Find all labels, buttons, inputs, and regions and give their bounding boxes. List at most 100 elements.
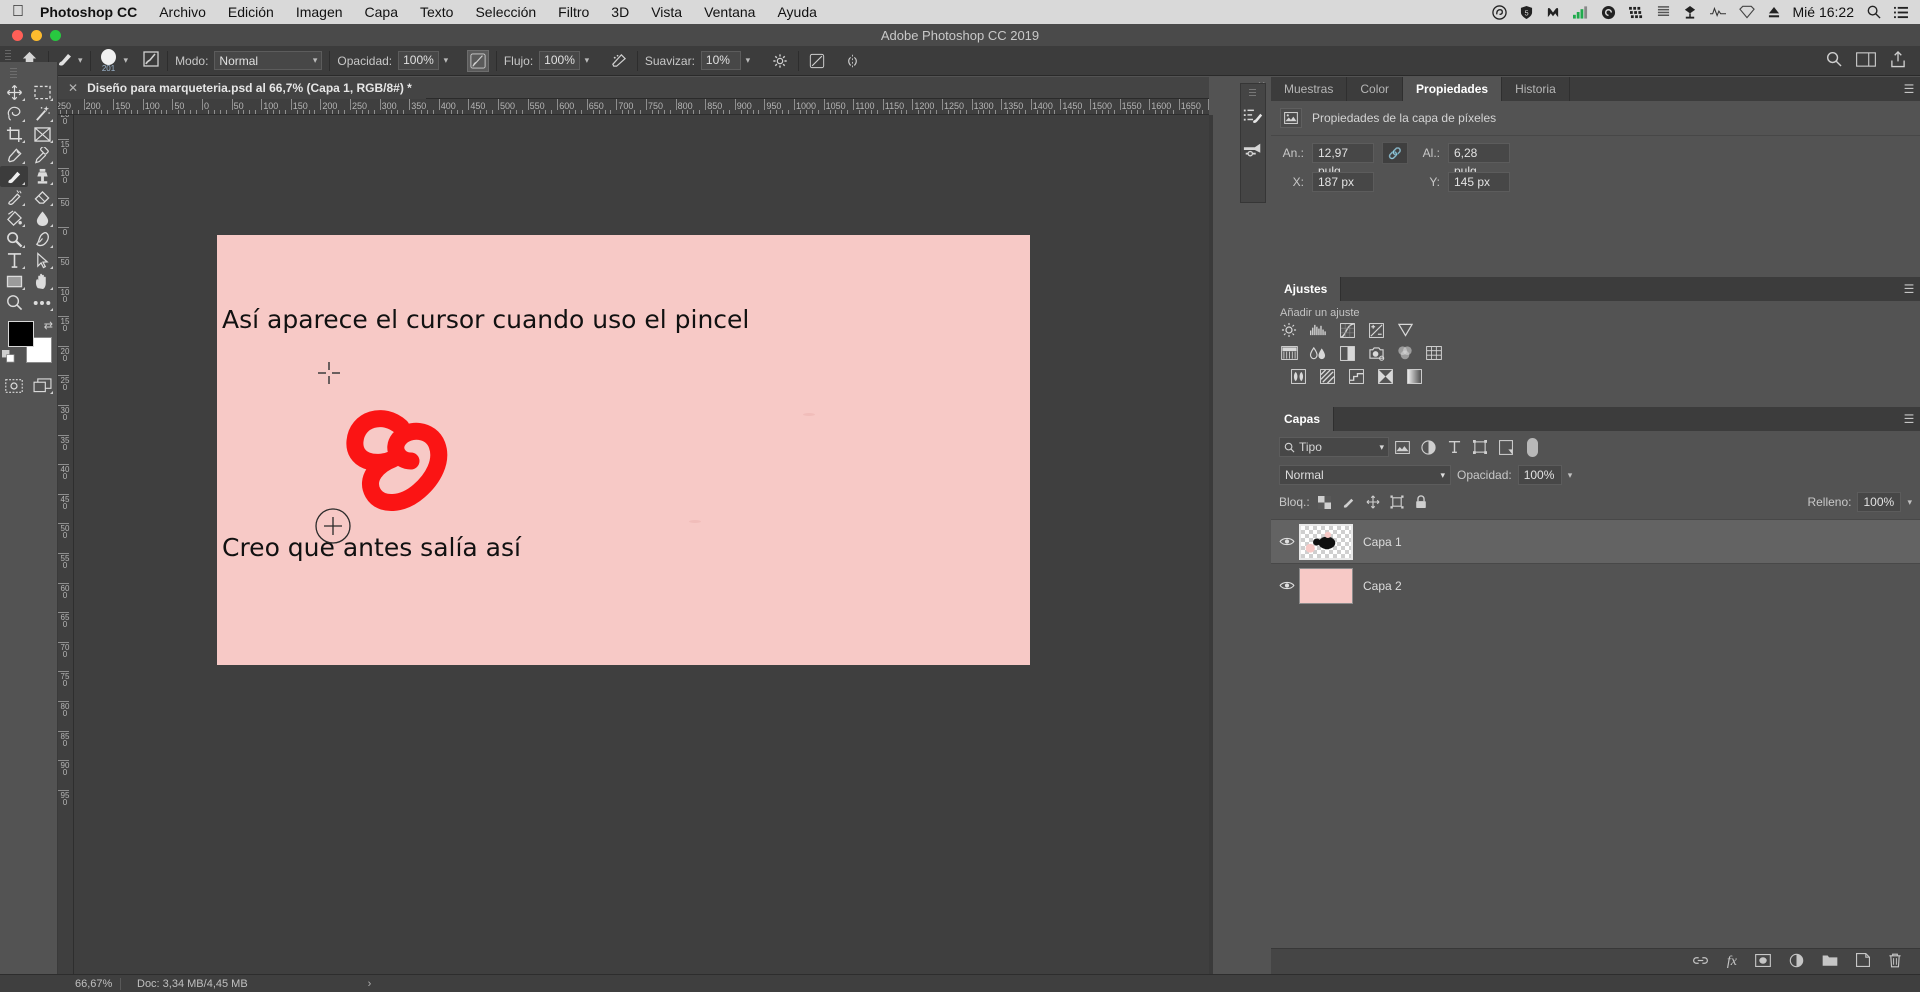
rectangle-tool[interactable] xyxy=(0,271,28,292)
new-group-icon[interactable] xyxy=(1822,954,1838,970)
canvas-area[interactable]: Así aparece el cursor cuando uso el pinc… xyxy=(74,115,1209,974)
move-tool[interactable] xyxy=(0,82,28,103)
chevron-down-icon[interactable]: ▾ xyxy=(741,51,755,70)
brush-presets-icon[interactable] xyxy=(1241,133,1265,167)
y-input[interactable]: 145 px xyxy=(1448,172,1510,192)
zoom-level[interactable]: 66,67% xyxy=(0,978,120,990)
panel-menu-icon[interactable]: ☰ xyxy=(1898,277,1920,301)
apple-icon[interactable]:  xyxy=(12,4,24,20)
chevron-right-icon[interactable]: › xyxy=(248,978,372,990)
selective-color-icon[interactable] xyxy=(1376,368,1394,384)
diamond-icon[interactable] xyxy=(1738,5,1755,19)
gradient-tool[interactable] xyxy=(0,208,28,229)
opacity-input[interactable]: 100% xyxy=(398,51,439,70)
filter-toggle[interactable] xyxy=(1527,437,1538,457)
pen-tool[interactable] xyxy=(28,229,56,250)
shape-filter-icon[interactable] xyxy=(1467,437,1493,457)
brightness-contrast-icon[interactable] xyxy=(1280,322,1298,338)
gradient-map-icon[interactable] xyxy=(1405,368,1423,384)
menu-ayuda[interactable]: Ayuda xyxy=(777,4,816,20)
app-name-menu[interactable]: Photoshop CC xyxy=(40,4,137,20)
pressure-opacity-icon[interactable] xyxy=(466,49,489,72)
dropbox-icon[interactable] xyxy=(1683,5,1697,20)
tab-capas[interactable]: Capas xyxy=(1271,407,1335,431)
threshold-icon[interactable] xyxy=(1347,368,1365,384)
magic-wand-tool[interactable] xyxy=(28,103,56,124)
airbrush-button[interactable] xyxy=(601,46,637,75)
search-icon[interactable] xyxy=(1867,5,1881,19)
share-icon[interactable] xyxy=(1890,50,1906,71)
lock-artboard-icon[interactable] xyxy=(1388,492,1406,512)
new-layer-icon[interactable] xyxy=(1856,953,1870,970)
blur-tool[interactable] xyxy=(28,208,56,229)
smoothing-input[interactable]: 10% xyxy=(700,51,741,70)
layer-opacity-input[interactable]: 100% xyxy=(1517,465,1562,485)
tablet-pressure-icon[interactable] xyxy=(806,50,828,72)
tablet-pressure-button[interactable] xyxy=(799,46,835,75)
black-white-icon[interactable] xyxy=(1338,345,1356,361)
crop-tool[interactable] xyxy=(0,124,28,145)
vibrance-icon[interactable] xyxy=(1396,322,1414,338)
width-input[interactable]: 12,97 pulg. xyxy=(1312,143,1374,178)
tab-propiedades[interactable]: Propiedades xyxy=(1403,77,1503,101)
eraser-tool[interactable] xyxy=(28,187,56,208)
swap-colors-icon[interactable]: ⇄ xyxy=(44,319,53,332)
clone-stamp-tool[interactable] xyxy=(28,166,56,187)
symmetry-icon[interactable] xyxy=(842,50,864,72)
tab-historia[interactable]: Historia xyxy=(1502,77,1570,101)
layer-filter-select[interactable]: Tipo ▾ xyxy=(1279,437,1389,457)
chevron-down-icon[interactable]: ▾ xyxy=(124,55,129,66)
shield-icon[interactable]: 5 xyxy=(1520,5,1533,20)
gear-icon[interactable] xyxy=(769,50,791,72)
invert-icon[interactable] xyxy=(1289,368,1307,384)
link-icon[interactable]: 🔗 xyxy=(1382,142,1408,164)
menu-imagen[interactable]: Imagen xyxy=(296,4,343,20)
lasso-tool[interactable] xyxy=(0,103,28,124)
dock-grip[interactable] xyxy=(1246,87,1260,97)
canvas-vertical-scrollbar[interactable] xyxy=(1209,115,1213,974)
brush-tool-icon[interactable] xyxy=(56,50,74,71)
smoothing-options-button[interactable] xyxy=(762,46,798,75)
layer-name[interactable]: Capa 2 xyxy=(1363,579,1402,593)
horizontal-ruler[interactable]: 2502001501005005010015020025030035040045… xyxy=(58,99,1209,115)
posterize-icon[interactable] xyxy=(1318,368,1336,384)
chevron-down-icon[interactable]: ▾ xyxy=(580,51,594,70)
brush-panel-icon[interactable] xyxy=(142,50,160,71)
brush-settings-icon[interactable] xyxy=(1241,99,1265,133)
workspace-icon[interactable] xyxy=(1856,51,1876,70)
layer-visibility-icon[interactable] xyxy=(1275,536,1299,547)
default-colors-icon[interactable] xyxy=(2,350,15,365)
pixel-filter-icon[interactable] xyxy=(1389,437,1415,457)
panel-menu-icon[interactable]: ☰ xyxy=(1898,407,1920,431)
artboard[interactable]: Así aparece el cursor cuando uso el pinc… xyxy=(217,235,1030,665)
layer-visibility-icon[interactable] xyxy=(1275,580,1299,591)
delete-layer-icon[interactable] xyxy=(1888,953,1902,971)
search-icon[interactable] xyxy=(1826,51,1842,70)
blend-mode-select[interactable]: Normal ▾ xyxy=(1279,465,1451,485)
more-tools[interactable] xyxy=(28,292,56,313)
mac-clock[interactable]: Mié 16:22 xyxy=(1793,4,1854,20)
layer-fill-input[interactable]: 100% xyxy=(1857,492,1902,512)
menu-seleccion[interactable]: Selección xyxy=(475,4,536,20)
type-filter-icon[interactable] xyxy=(1441,437,1467,457)
creative-cloud-icon[interactable] xyxy=(1491,4,1507,20)
zoom-tool[interactable] xyxy=(0,292,28,313)
brush-tool[interactable] xyxy=(0,166,28,187)
tab-ajustes[interactable]: Ajustes xyxy=(1271,277,1342,301)
layer-thumbnail[interactable] xyxy=(1299,523,1353,560)
lock-all-icon[interactable] xyxy=(1412,492,1430,512)
channel-mixer-icon[interactable] xyxy=(1396,345,1414,361)
signal-bars-icon[interactable] xyxy=(1572,5,1588,19)
menu-filtro[interactable]: Filtro xyxy=(558,4,589,20)
path-selection-tool[interactable] xyxy=(28,250,56,271)
layer-row[interactable]: Capa 2 xyxy=(1271,563,1920,607)
eject-icon[interactable] xyxy=(1768,6,1780,19)
menu-ventana[interactable]: Ventana xyxy=(704,4,755,20)
layer-row[interactable]: Capa 1 xyxy=(1271,519,1920,563)
photo-filter-icon[interactable] xyxy=(1367,345,1385,361)
adjustment-layer-icon[interactable] xyxy=(1789,953,1804,971)
lock-position-icon[interactable] xyxy=(1364,492,1382,512)
chevron-down-icon[interactable]: ▾ xyxy=(78,55,83,66)
symmetry-button[interactable] xyxy=(835,46,871,75)
hue-saturation-icon[interactable] xyxy=(1280,345,1298,361)
